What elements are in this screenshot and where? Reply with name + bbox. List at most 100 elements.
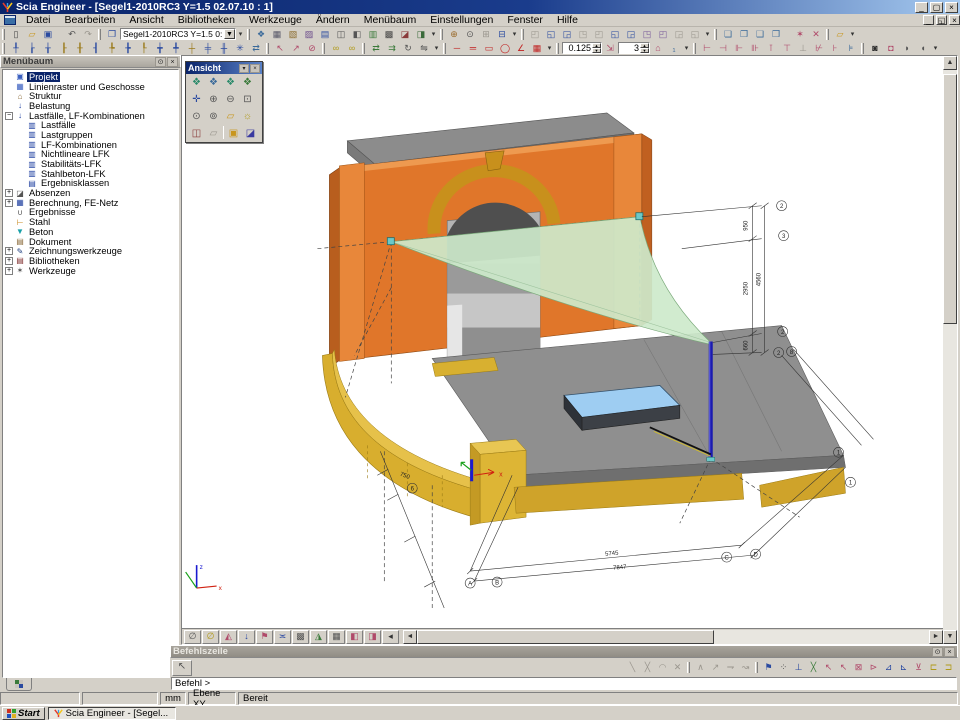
sail-anchor-right[interactable] (636, 213, 643, 220)
section-display-button[interactable]: ≍ (274, 630, 291, 644)
copy-view-button[interactable]: ▱ (205, 126, 222, 141)
menu-hilfe[interactable]: Hilfe (550, 14, 585, 26)
scale-down-icon[interactable]: ▼ (592, 48, 601, 53)
cursor-snap-settings-button[interactable]: ⚑ (761, 661, 776, 675)
toolbar-grip[interactable] (247, 29, 250, 40)
tree-item-lastf-lle[interactable]: ▥Lastfälle (5, 120, 178, 130)
shading-button[interactable]: ◮ (310, 630, 327, 644)
scroll-up-icon[interactable]: ▲ (943, 56, 957, 70)
view-folder-button[interactable]: ▱ (222, 109, 239, 124)
dim-leader-button[interactable]: ⊥ (795, 42, 811, 55)
expand-icon[interactable]: + (5, 247, 13, 255)
view-rotate-z-button[interactable]: ❖ (222, 75, 239, 90)
haunch-button[interactable]: ┞ (136, 42, 152, 55)
view-axonometric-button[interactable]: ❖ (239, 75, 256, 90)
toolbar-grip[interactable] (826, 29, 829, 40)
taskbar-task-button[interactable]: Scia Engineer - [Segel... (48, 707, 176, 720)
zoom-in-button[interactable]: ⊕ (205, 92, 222, 107)
clipping-box-button[interactable]: ▣ (225, 126, 242, 141)
tree-item-ergebnisse[interactable]: ∪Ergebnisse (5, 208, 178, 218)
snap-last-button[interactable]: ⊐ (941, 661, 956, 675)
fe-mesh-button[interactable]: ▦ (328, 630, 345, 644)
toolbar-grip[interactable] (693, 43, 696, 54)
tree-item-dokument[interactable]: ▤Dokument (5, 237, 178, 247)
new-project-button[interactable]: ▯ (8, 28, 24, 41)
selection-mode-button[interactable]: ◭ (220, 630, 237, 644)
draw-grid-button[interactable]: ▦ (529, 42, 545, 55)
picture-gallery-button[interactable]: ▧ (285, 28, 301, 41)
shell-button[interactable]: ╄ (104, 42, 120, 55)
project-combo-overflow[interactable]: ▾ (236, 28, 245, 41)
tree-item-absenzen[interactable]: +◪Absenzen (5, 188, 178, 198)
activity-clipping-button[interactable]: ◘ (883, 42, 899, 55)
menu--ndern[interactable]: Ändern (309, 14, 357, 26)
select-by-cursor-button[interactable]: ↗ (288, 42, 304, 55)
label-display-button[interactable]: ⚑ (256, 630, 273, 644)
tree-item-bibliotheken[interactable]: +▤Bibliotheken (5, 256, 178, 266)
view-layout-11-button[interactable]: ◱ (687, 28, 703, 41)
activity-invert-button[interactable]: ◖ (915, 42, 931, 55)
toolbar-grip[interactable] (714, 29, 717, 40)
horizontal-scrollbar[interactable]: ◄ ► (403, 630, 943, 644)
help-topics-button[interactable]: ✶ (792, 28, 808, 41)
tree-item-beton[interactable]: ▼Beton (5, 227, 178, 237)
activity-onoff-button[interactable]: ◗ (899, 42, 915, 55)
close-all-windows-button[interactable]: ❒ (768, 28, 784, 41)
zoom-all-button[interactable]: ⊙ (188, 109, 205, 124)
collapse-toolbar-button[interactable]: ◂ (382, 630, 399, 644)
draw-angle-button[interactable]: ∠ (513, 42, 529, 55)
pin-icon[interactable]: ⊙ (932, 647, 943, 657)
ansicht-palette[interactable]: Ansicht ▾ × ❖❖❖❖ ✛⊕⊖⊡ ⊙⊚▱☼ ◫▱ ▣◪ (185, 61, 263, 143)
toolbar-grip[interactable] (443, 43, 446, 54)
start-button[interactable]: Start (2, 707, 45, 720)
snap-arc-button[interactable]: ◠ (655, 661, 670, 675)
dim-aligned-button[interactable]: ⊩ (731, 42, 747, 55)
view-params-2-button[interactable]: ◨ (364, 630, 381, 644)
zoom-picture-button[interactable]: ⊙ (462, 28, 478, 41)
tree-item-lastgruppen[interactable]: ▥Lastgruppen (5, 130, 178, 140)
toolbar-grip[interactable] (322, 43, 325, 54)
cancel-selection-button[interactable]: ↖ (172, 660, 192, 676)
view-params-1-button[interactable]: ◧ (346, 630, 363, 644)
menu-werkzeuge[interactable]: Werkzeuge (242, 14, 309, 26)
view-layout-1-button[interactable]: ◰ (527, 28, 543, 41)
table-editor-button[interactable]: ⊟ (494, 28, 510, 41)
snap-length-button[interactable]: ⊾ (896, 661, 911, 675)
graphics-viewport[interactable]: 950 2950 660 4560 750 5745 7847 2 3 2 2 … (181, 55, 958, 645)
view-layout-2-button[interactable]: ◱ (543, 28, 559, 41)
mdi-close-button[interactable]: × (949, 15, 960, 25)
dim-angular-button[interactable]: ⊪ (747, 42, 763, 55)
print-view-button[interactable]: ◫ (188, 126, 205, 141)
snap-polygon-button[interactable]: ⊳ (866, 661, 881, 675)
count-overflow[interactable]: ▾ (682, 42, 691, 55)
tree-item-nichtlineare-lfk[interactable]: ▥Nichtlineare LFK (5, 150, 178, 160)
truss-button[interactable]: ╇ (168, 42, 184, 55)
mdi-child-icon[interactable] (4, 15, 16, 25)
close-panel-icon[interactable]: × (944, 647, 955, 657)
opening-button[interactable]: ┨ (88, 42, 104, 55)
menu-men-baum[interactable]: Menübaum (357, 14, 424, 26)
view-layout-7-button[interactable]: ◲ (623, 28, 639, 41)
zoom-out-button[interactable]: ⊖ (222, 92, 239, 107)
menu-einstellungen[interactable]: Einstellungen (423, 14, 500, 26)
context-help-button[interactable]: ✕ (808, 28, 824, 41)
project-overflow[interactable]: ▾ (429, 28, 438, 41)
expand-icon[interactable]: + (5, 199, 13, 207)
draw-parallel-button[interactable]: ═ (465, 42, 481, 55)
copy-picture-button[interactable]: ⊕ (446, 28, 462, 41)
count-apply-button[interactable]: ⌂ (650, 42, 666, 55)
attachment-2-button[interactable]: ∅ (202, 630, 219, 644)
views-overflow[interactable]: ▾ (703, 28, 712, 41)
view-layout-6-button[interactable]: ◱ (607, 28, 623, 41)
select-cursor-button[interactable]: ↖ (272, 42, 288, 55)
vertical-scroll-thumb[interactable] (943, 74, 957, 324)
dim-radius-button[interactable]: ⊺ (763, 42, 779, 55)
project-combobox[interactable]: Segel1-2010RC3 Y=1.5 0: ▼ (120, 28, 236, 40)
horizontal-scroll-thumb[interactable] (417, 630, 714, 644)
table-composer-button[interactable]: ⊞ (478, 28, 494, 41)
toolbar-grip[interactable] (861, 43, 864, 54)
tree-item-lastf-lle-lf-kombinationen[interactable]: −↓Lastfälle, LF-Kombinationen (5, 111, 178, 121)
scroll-left-icon[interactable]: ◄ (403, 630, 417, 644)
zoom-window-button[interactable]: ⊡ (239, 92, 256, 107)
undo-button[interactable]: ↶ (64, 28, 80, 41)
